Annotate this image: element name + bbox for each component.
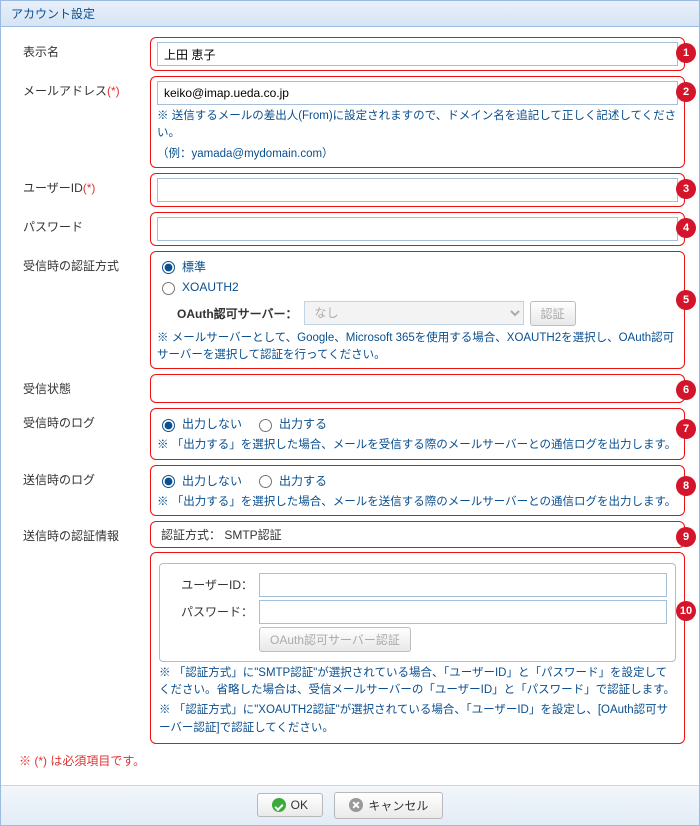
radio-send-log-yes[interactable]: 出力する [254,472,327,489]
annotation-badge-3: 3 [676,179,696,199]
label-password: パスワード [15,212,150,246]
form-content: 表示名 1 メールアドレス(*) ※ 送信するメールの差出人(From)に設定さ… [1,27,699,785]
annotation-badge-8: 8 [676,476,696,496]
row-password: パスワード 4 [15,212,685,246]
send-user-id-input[interactable] [259,573,667,597]
email-input[interactable] [157,81,678,105]
window-title: アカウント設定 [1,1,699,27]
annotation-badge-4: 4 [676,218,696,238]
annotation-badge-10: 10 [676,601,696,621]
button-bar: OK キャンセル [1,785,699,825]
cancel-button[interactable]: キャンセル [334,792,443,819]
radio-recv-log-no[interactable]: 出力しない [157,415,242,432]
email-hint-2: （例：yamada@mydomain.com） [157,146,678,163]
password-input[interactable] [157,217,678,241]
radio-recv-auth-xoauth2[interactable]: XOAUTH2 [157,279,239,295]
annotation-badge-6: 6 [676,380,696,400]
send-password-label: パスワード： [168,603,253,620]
label-send-log: 送信時のログ [15,465,150,516]
send-log-hint: ※ 「出力する」を選択した場合、メールを送信する際のメールサーバーとの通信ログを… [157,494,678,511]
radio-recv-auth-standard[interactable]: 標準 [157,258,206,275]
send-auth-hint-1: ※ 「認証方式」に"SMTP認証"が選択されている場合、「ユーザーID」と「パス… [159,665,676,700]
label-send-auth-info: 送信時の認証情報 [15,521,150,744]
user-id-input[interactable] [157,178,678,202]
oauth-server-select[interactable]: なし [304,301,524,325]
annotation-badge-9: 9 [676,527,696,547]
recv-log-hint: ※ 「出力する」を選択した場合、メールを受信する際のメールサーバーとの通信ログを… [157,437,678,454]
check-icon [272,798,286,812]
row-recv-auth: 受信時の認証方式 標準 XOAUTH2 OAuth認可サーバー： [15,251,685,370]
send-auth-hint-2: ※ 「認証方式」に"XOAUTH2認証"が選択されている場合、「ユーザーID」を… [159,702,676,737]
annotation-badge-1: 1 [676,43,696,63]
oauth-auth-button[interactable]: 認証 [530,301,576,326]
radio-send-log-no[interactable]: 出力しない [157,472,242,489]
row-recv-log: 受信時のログ 出力しない 出力する ※ 「出力する」を選択した場合、メールを受信… [15,408,685,459]
send-password-input[interactable] [259,600,667,624]
row-send-log: 送信時のログ 出力しない 出力する ※ 「出力する」を選択した場合、メールを送信… [15,465,685,516]
row-send-auth-info: 送信時の認証情報 認証方式： SMTP認証 9 ユーザーID： パスワード： [15,521,685,744]
annotation-badge-5: 5 [676,290,696,310]
annotation-badge-7: 7 [676,419,696,439]
radio-recv-log-yes[interactable]: 出力する [254,415,327,432]
ok-button[interactable]: OK [257,793,323,817]
row-user-id: ユーザーID(*) 3 [15,173,685,207]
label-recv-auth: 受信時の認証方式 [15,251,150,370]
row-email: メールアドレス(*) ※ 送信するメールの差出人(From)に設定されますので、… [15,76,685,168]
annotation-badge-2: 2 [676,82,696,102]
email-hint-1: ※ 送信するメールの差出人(From)に設定されますので、ドメイン名を追記して正… [157,108,678,143]
oauth-server-label: OAuth認可サーバー： [177,305,298,322]
row-recv-status: 受信状態 6 [15,374,685,403]
account-settings-window: アカウント設定 表示名 1 メールアドレス(*) ※ 送信するメールの差出人(F… [0,0,700,826]
display-name-input[interactable] [157,42,678,66]
label-display-name: 表示名 [15,37,150,71]
row-display-name: 表示名 1 [15,37,685,71]
send-oauth-auth-button[interactable]: OAuth認可サーバー認証 [259,627,411,652]
label-email: メールアドレス(*) [15,76,150,168]
required-footnote: ※ (*) は必須項目です。 [19,752,681,769]
label-recv-status: 受信状態 [15,374,150,403]
send-auth-method: 認証方式： SMTP認証 [159,524,284,546]
close-icon [349,798,363,812]
label-recv-log: 受信時のログ [15,408,150,459]
recv-auth-hint: ※ メールサーバーとして、Google、Microsoft 365を使用する場合… [157,330,678,365]
send-user-id-label: ユーザーID： [168,576,253,593]
label-user-id: ユーザーID(*) [15,173,150,207]
